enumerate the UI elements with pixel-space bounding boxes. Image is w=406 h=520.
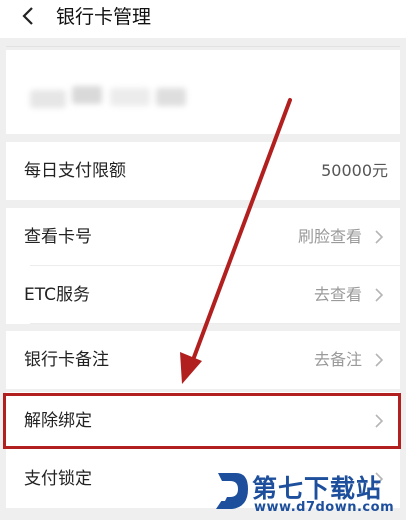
watermark: 第七下载站 www.d7down.com [212,467,402,517]
annotation-arrow [180,98,292,384]
watermark-url: www.d7down.com [254,500,395,515]
d7down-logo-icon [216,473,248,509]
